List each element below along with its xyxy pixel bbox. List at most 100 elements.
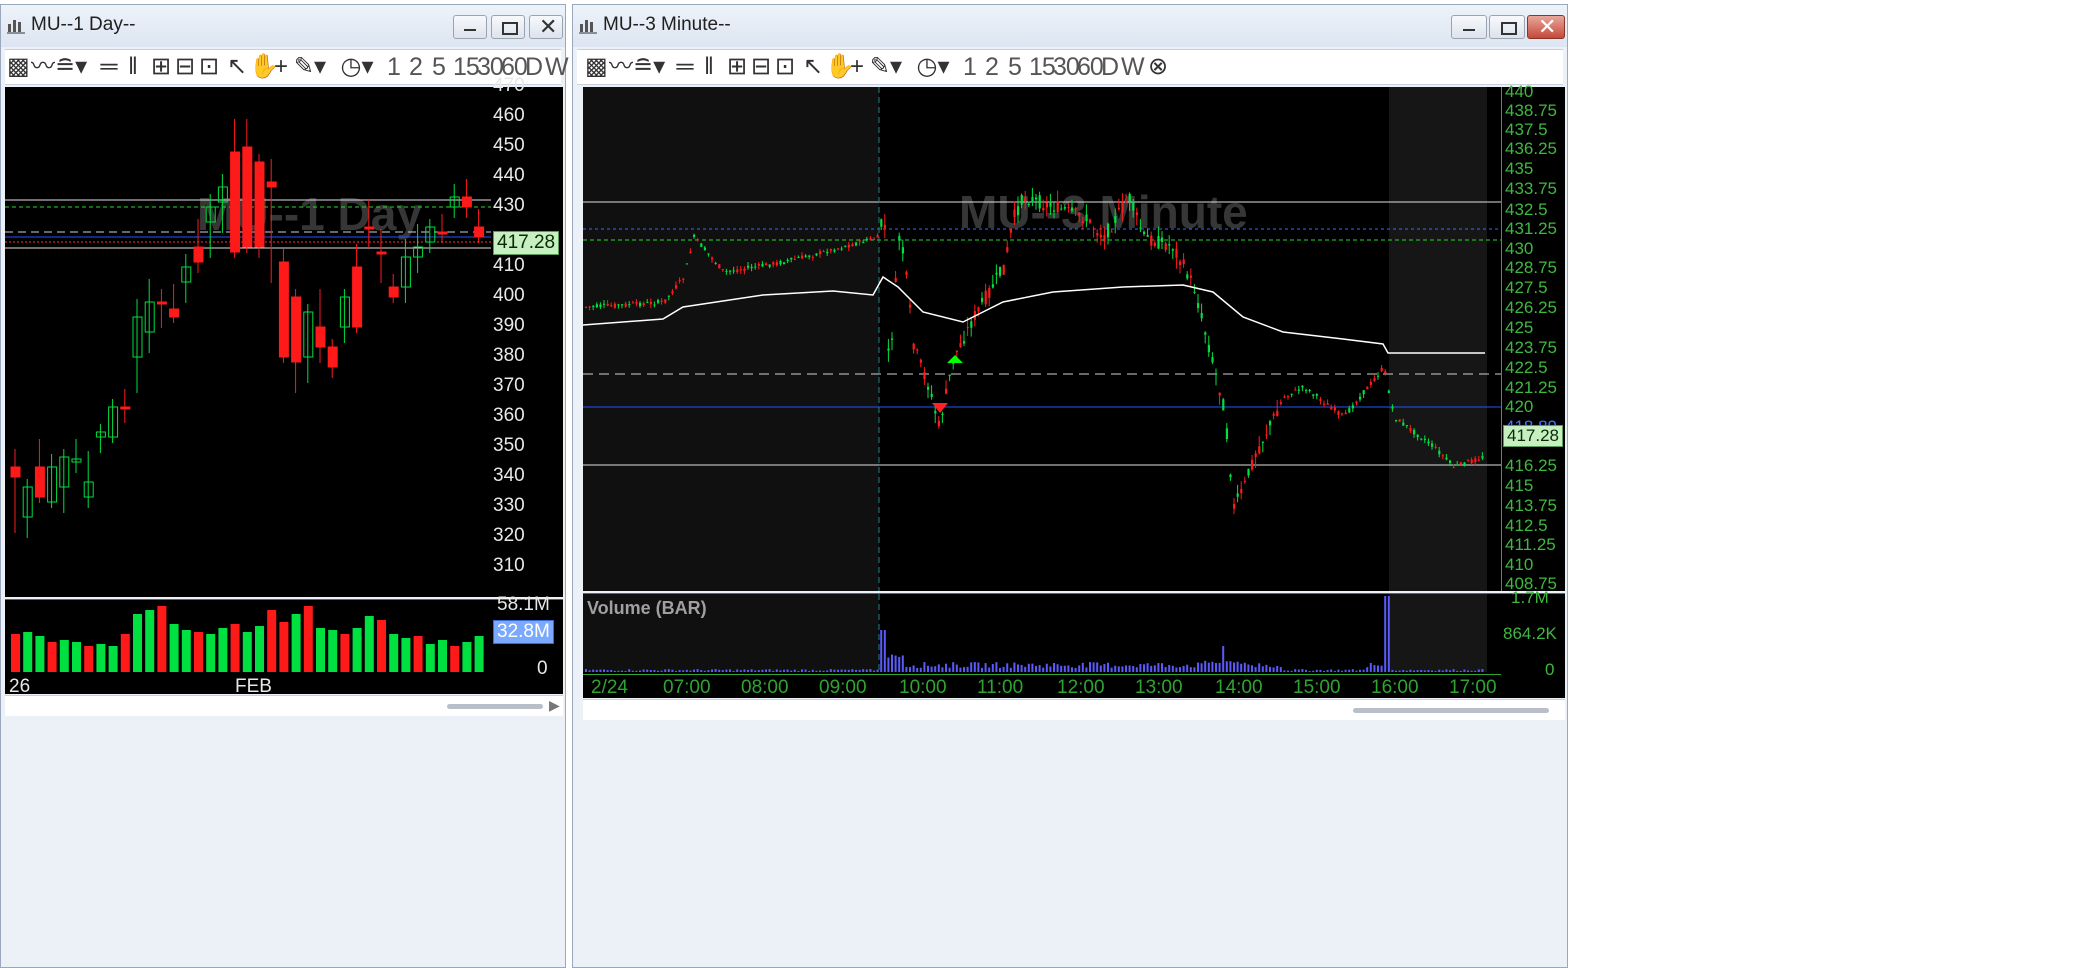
right-horizontal-scrollbar[interactable] — [583, 699, 1565, 720]
price-tick: 422.5 — [1505, 358, 1548, 377]
time-tick: 16:00 — [1371, 677, 1419, 698]
left-chart-window: MU--1 Day-- ✕ ▩ 〰 ≘▾ ═ ‖ ⊞ ⊟ ⊡ ↖ ✋ + ✎▾ … — [0, 4, 569, 968]
period-d-button[interactable]: D — [525, 53, 543, 82]
chart-app-icon — [579, 20, 597, 34]
chart-app-icon — [7, 20, 25, 34]
price-tick: 320 — [493, 525, 525, 546]
horizontal-line-icon[interactable]: ═ — [675, 55, 695, 79]
price-tick: 433.75 — [1505, 179, 1557, 198]
time-tick: 08:00 — [741, 677, 789, 698]
zoom-in-icon[interactable]: ⊞ — [727, 55, 747, 79]
price-tick: 410 — [493, 255, 525, 276]
price-tick: 425 — [1505, 318, 1534, 337]
hand-icon[interactable]: ✋ — [825, 55, 855, 79]
price-tick: 400 — [493, 285, 525, 306]
zoom-fit-icon[interactable]: ⊡ — [775, 55, 795, 79]
zoom-out-icon[interactable]: ⊟ — [751, 55, 771, 79]
indicator-menu-icon[interactable]: ≘▾ — [633, 55, 665, 79]
horizontal-line-icon[interactable]: ═ — [99, 55, 119, 79]
period-d-button[interactable]: D — [1101, 53, 1119, 82]
period-1-button[interactable]: 1 — [963, 53, 977, 82]
period-w-button[interactable]: W — [545, 53, 569, 82]
intraday-volume-svg — [585, 594, 1484, 672]
cancel-circle-icon[interactable]: ⊗ — [1147, 55, 1169, 79]
vertical-line-icon[interactable]: ‖ — [699, 55, 719, 79]
price-tick: 470 — [493, 75, 525, 96]
pencil-icon[interactable]: ✎▾ — [869, 55, 903, 79]
clock-icon[interactable]: ◷▾ — [339, 55, 375, 79]
bar-chart-icon[interactable]: ▩ — [7, 55, 30, 79]
period-60-button[interactable]: 60 — [1077, 53, 1104, 82]
line-chart-icon[interactable]: 〰 — [31, 55, 55, 79]
right-title-bar[interactable]: MU--3 Minute-- ✕ — [573, 5, 1567, 47]
left-title-bar[interactable]: MU--1 Day-- ✕ — [1, 5, 565, 47]
time-axis: 2/24 07:00 08:00 09:00 10:00 11:00 12:00… — [583, 674, 1501, 699]
intraday-price-chart[interactable]: MU--3 Minute 440 438.75 437.5 436.25 435… — [583, 82, 1565, 593]
period-15-button[interactable]: 15 — [1029, 53, 1056, 82]
left-window-title: MU--1 Day-- — [31, 14, 136, 35]
crosshair-icon[interactable]: + — [271, 55, 291, 79]
pointer-icon[interactable]: ↖ — [227, 55, 247, 79]
price-tick: 413.75 — [1505, 496, 1557, 515]
time-tick: 09:00 — [819, 677, 867, 698]
scroll-thumb[interactable] — [447, 704, 543, 709]
minimize-button[interactable] — [1451, 15, 1487, 39]
left-toolbar: ▩ 〰 ≘▾ ═ ‖ ⊞ ⊟ ⊡ ↖ ✋ + ✎▾ ◷▾ 1 2 5 15 30… — [5, 49, 569, 85]
price-tick: 410 — [1505, 555, 1534, 574]
clock-icon[interactable]: ◷▾ — [915, 55, 951, 79]
right-toolbar: ▩ 〰 ≘▾ ═ ‖ ⊞ ⊟ ⊡ ↖ ✋ + ✎▾ ◷▾ 1 2 5 15 30… — [577, 49, 1563, 85]
price-tick: 421.25 — [1505, 378, 1557, 397]
period-5-button[interactable]: 5 — [432, 53, 446, 82]
time-tick: 14:00 — [1215, 677, 1263, 698]
close-button[interactable]: ✕ — [529, 14, 563, 39]
period-15-button[interactable]: 15 — [453, 53, 480, 82]
zoom-out-icon[interactable]: ⊟ — [175, 55, 195, 79]
pointer-icon[interactable]: ↖ — [803, 55, 823, 79]
time-tick: 17:00 — [1449, 677, 1497, 698]
crosshair-icon[interactable]: + — [847, 55, 867, 79]
period-2-button[interactable]: 2 — [409, 53, 423, 82]
price-tick: 415 — [1505, 476, 1534, 495]
indicator-menu-icon[interactable]: ≘▾ — [55, 55, 87, 79]
price-tick: 431.25 — [1505, 219, 1557, 238]
zoom-fit-icon[interactable]: ⊡ — [199, 55, 219, 79]
maximize-button[interactable] — [1489, 15, 1525, 39]
period-1-button[interactable]: 1 — [387, 53, 401, 82]
left-horizontal-scrollbar[interactable]: ▶ — [5, 695, 563, 716]
minimize-button[interactable] — [453, 15, 487, 39]
bar-chart-icon[interactable]: ▩ — [585, 55, 608, 79]
vertical-line-icon[interactable]: ‖ — [123, 55, 143, 79]
price-tick: 435 — [1505, 159, 1534, 178]
price-tick: 428.75 — [1505, 258, 1557, 277]
daily-volume-chart[interactable]: 58.1M 32.8M 0 26 FEB — [5, 594, 563, 697]
period-5-button[interactable]: 5 — [1008, 53, 1022, 82]
pencil-icon[interactable]: ✎▾ — [293, 55, 327, 79]
volume-max-label: 58.1M — [497, 594, 550, 615]
volume-zero-label: 0 — [537, 658, 548, 679]
hand-icon[interactable]: ✋ — [249, 55, 279, 79]
price-tick: 390 — [493, 315, 525, 336]
zoom-in-icon[interactable]: ⊞ — [151, 55, 171, 79]
price-tick: 426.25 — [1505, 298, 1557, 317]
time-tick: 15:00 — [1293, 677, 1341, 698]
line-chart-icon[interactable]: 〰 — [609, 55, 633, 79]
maximize-button[interactable] — [491, 15, 525, 39]
time-tick: 2/24 — [591, 677, 628, 698]
scroll-right-icon[interactable]: ▶ — [549, 697, 560, 714]
volume-zero-label: 0 — [1545, 660, 1555, 679]
right-window-title: MU--3 Minute-- — [603, 14, 731, 35]
period-w-button[interactable]: W — [1121, 53, 1145, 82]
intraday-volume-chart[interactable]: Volume (BAR) 1.7M 864.2K 0 2/24 07:00 08… — [583, 588, 1565, 699]
volume-current-badge: 32.8M — [493, 620, 554, 644]
period-2-button[interactable]: 2 — [985, 53, 999, 82]
time-tick: 10:00 — [899, 677, 947, 698]
daily-price-chart[interactable]: MU--1 Day 470 460 450 440 430 410 400 39… — [5, 75, 563, 597]
scroll-thumb[interactable] — [1353, 708, 1549, 713]
price-tick: 438.75 — [1505, 101, 1557, 120]
price-tick: 411.25 — [1505, 535, 1556, 554]
price-tick: 460 — [493, 105, 525, 126]
right-chart-window: MU--3 Minute-- ✕ ▩ 〰 ≘▾ ═ ‖ ⊞ ⊟ ⊡ ↖ ✋ + … — [572, 4, 1568, 968]
close-button[interactable]: ✕ — [1527, 14, 1565, 39]
price-tick: 440 — [1505, 82, 1534, 101]
period-30-button[interactable]: 30 — [1053, 53, 1080, 82]
